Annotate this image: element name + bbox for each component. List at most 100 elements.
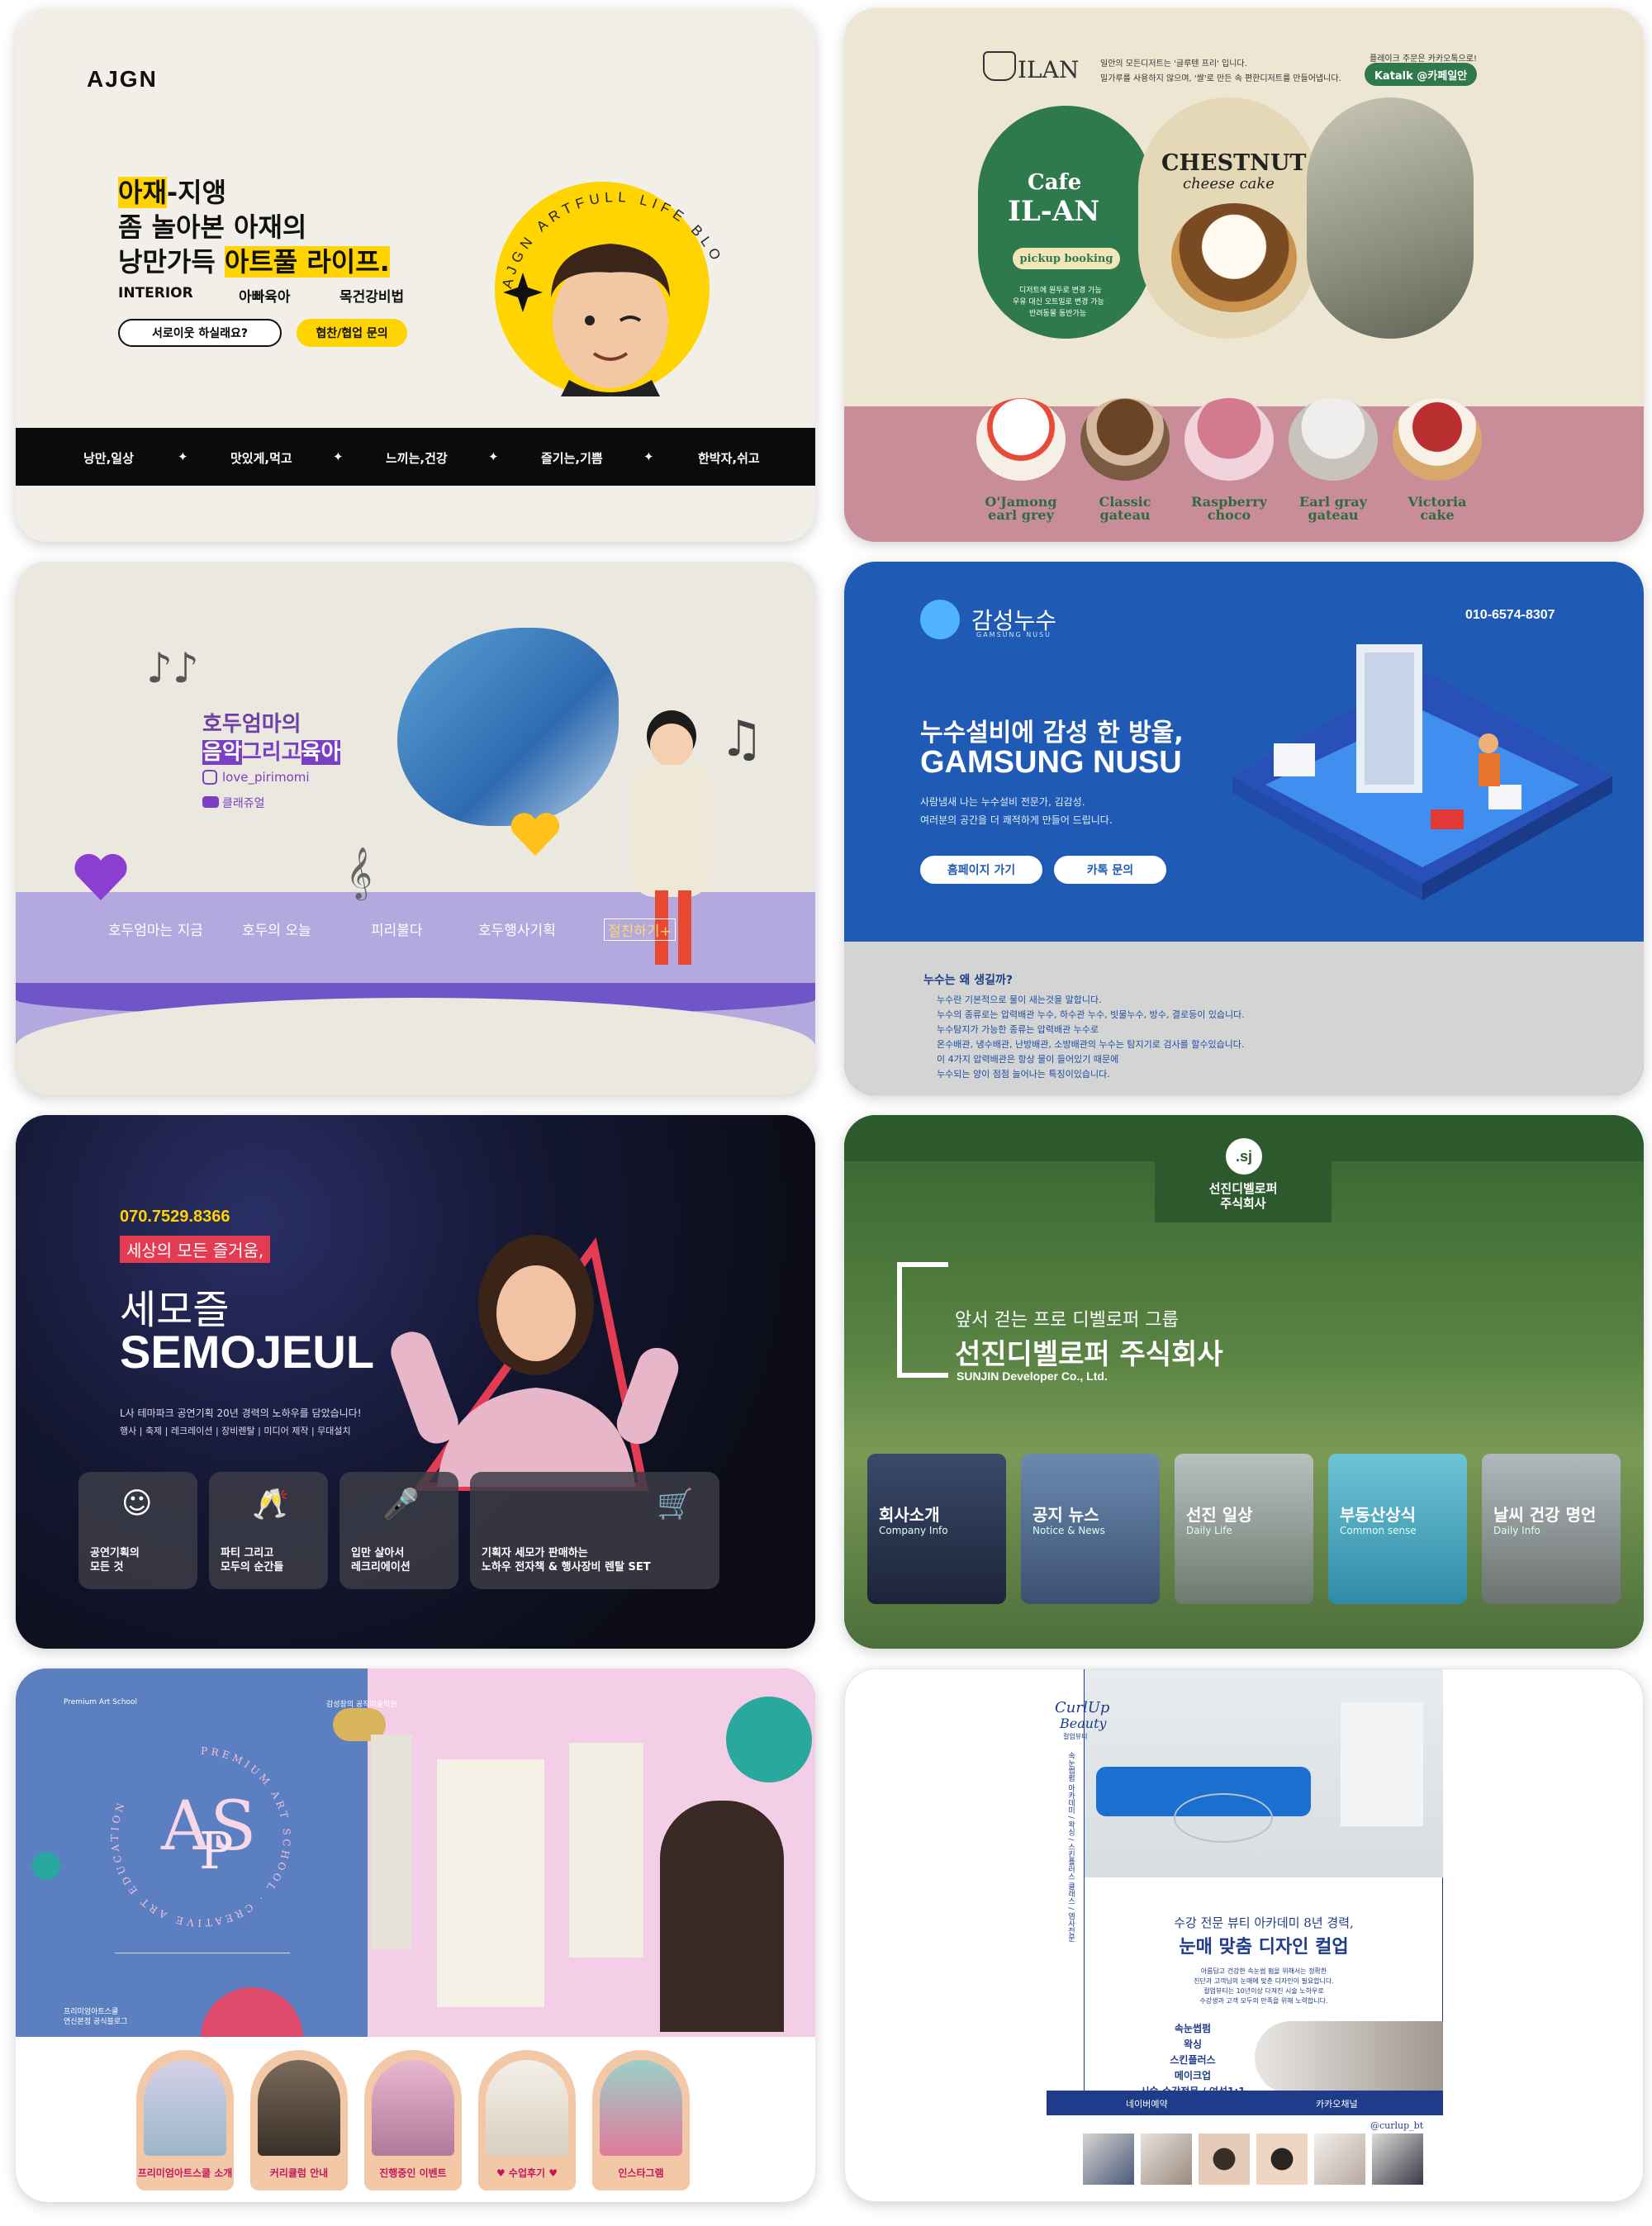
bottom-band — [16, 998, 815, 1095]
card-premium-art-school[interactable]: Premium Art School 감성창의 공작미술학원 PREMIUM A… — [16, 1668, 815, 2202]
kakao-button[interactable]: Katalk @카페일안 — [1365, 63, 1477, 86]
cake-photo[interactable] — [976, 398, 1066, 481]
bar-item-eat[interactable]: 맛있게,먹고 — [230, 449, 292, 467]
youtube-handle[interactable]: 클래쥬얼 — [222, 795, 265, 811]
title-english: SEMOJEUL — [120, 1326, 375, 1378]
star-icon: ✦ — [488, 449, 499, 464]
card-gamsung-nusu[interactable]: 감성누수 GAMSUNG NUSU 010-6574-8307 누수설비에 감성… — [844, 562, 1644, 1095]
tile-notice[interactable]: 공지 뉴스 Notice & News — [1021, 1454, 1160, 1604]
gallery-thumb[interactable] — [1141, 2133, 1192, 2185]
service-item[interactable]: 스킨플러스 — [1139, 2053, 1246, 2068]
youtube-icon — [202, 796, 219, 808]
art-wall-hanging — [569, 1743, 643, 1958]
card-sunjin-developer[interactable]: .sj 선진디벨로퍼 주식회사 앞서 걷는 프로 디벨로퍼 그룹 선진디벨로퍼 … — [844, 1115, 1644, 1649]
card-semojeul[interactable]: 070.7529.8366 세상의 모든 즐거움, 세모즐 SEMOJEUL L… — [16, 1115, 815, 1649]
card-hodu-mom[interactable]: ♪♪ ♫ 호두엄마의 음악그리고육아 love_pirimomi 클래쥬얼 𝄞 … — [16, 562, 815, 1095]
tile-subtitle: Company Info — [879, 1525, 948, 1536]
bar-item-rest[interactable]: 한박자,쉬고 — [698, 449, 760, 467]
service-item[interactable]: 메이크업 — [1139, 2068, 1246, 2084]
sponsor-button[interactable]: 협찬/협업 문의 — [297, 319, 407, 347]
sj-logo[interactable]: .sj — [1226, 1138, 1262, 1175]
ajgn-logo[interactable]: AJGN — [87, 66, 158, 93]
nav-hodu-today[interactable]: 호두의 오늘 — [242, 918, 311, 939]
nav-mom-now[interactable]: 호두엄마는 지금 — [108, 918, 203, 939]
portfolio-grid: AJGN 아재-지앵 좀 놀아본 아재의 낭만가득 아트풀 라이프. INTER… — [0, 0, 1652, 2226]
gallery-thumb[interactable] — [1314, 2133, 1365, 2185]
cake-photo[interactable] — [1393, 398, 1482, 481]
yellow-heart-icon — [510, 813, 560, 856]
tile-title: 부동산상식 — [1340, 1505, 1416, 1525]
star-icon: ✦ — [643, 449, 654, 464]
nav-parenting[interactable]: 아빠육아 — [239, 285, 291, 306]
tagline: 앞서 걷는 프로 디벨로퍼 그룹 — [955, 1310, 1179, 1331]
bar-item-daily[interactable]: 낭만,일상 — [83, 449, 134, 467]
kakao-inquiry-button[interactable]: 카톡 문의 — [1054, 856, 1166, 884]
teal-circle-shape — [726, 1697, 812, 1782]
neighbor-button[interactable]: 서로이웃 하실래요? — [118, 319, 282, 347]
kakao-channel-link[interactable]: 카카오채널 — [1316, 2097, 1358, 2110]
music-note-icon: ♫ — [719, 710, 764, 768]
cheers-icon: 🥂 — [252, 1488, 289, 1521]
pickup-button[interactable]: pickup booking — [1013, 248, 1120, 269]
tagline-line2: 눈매 맞춤 디자인 컬업 — [1179, 1936, 1349, 1958]
phone-number[interactable]: 070.7529.8366 — [120, 1208, 230, 1227]
instagram-handle[interactable]: love_pirimomi — [222, 770, 310, 785]
desc-line: 수강생과 고객 모두의 만족을 위해 노력합니다. — [1199, 1997, 1328, 2005]
tile-recreation[interactable]: 🎤 입만 살아서 레크리에이션 — [339, 1472, 458, 1589]
card-curlup-beauty[interactable]: CurlUp Beauty 컬업뷰티 속눈썹펌 아카데미 / 왁싱 / 스킨플러… — [844, 1668, 1644, 2202]
company-name-korean: 선진디벨로퍼 주식회사 — [955, 1338, 1223, 1371]
gallery-thumb[interactable] — [1372, 2133, 1423, 2185]
tile-title: 선진 일상 — [1186, 1505, 1253, 1525]
logo-korean: 컬업뷰티 — [1063, 1733, 1088, 1740]
cake-photo[interactable] — [1184, 398, 1274, 481]
arch-photo — [486, 2060, 568, 2156]
nav-add-friend[interactable]: 절친하기+ — [604, 918, 676, 941]
curlup-logo[interactable]: CurlUp — [1055, 1699, 1109, 1716]
nav-events[interactable]: 호두행사기획 — [478, 918, 556, 939]
ilan-logo[interactable]: ILAN — [1018, 56, 1079, 83]
card-cafe-ilan[interactable]: ILAN 일안의 모든디저트는 '글루텐 프리' 입니다. 밀가루를 사용하지 … — [844, 8, 1644, 542]
naver-booking-link[interactable]: 네이버예약 — [1126, 2097, 1168, 2110]
arch-curriculum[interactable]: 커리큘럼 안내 — [250, 2050, 348, 2190]
company-label: 선진디벨로퍼 주식회사 — [1208, 1181, 1278, 1211]
arch-photo — [258, 2060, 340, 2156]
cheese-subtitle: cheese cake — [1183, 175, 1275, 192]
nav-neck-health[interactable]: 목건강비법 — [339, 285, 404, 306]
arch-about[interactable]: 프리미엄아트스쿨 소개 — [136, 2050, 234, 2190]
bar-item-health[interactable]: 느끼는,건강 — [386, 449, 448, 467]
tile-realestate[interactable]: 부동산상식 Common sense — [1328, 1454, 1467, 1604]
arch-instagram[interactable]: 인스타그램 — [592, 2050, 690, 2190]
gallery-thumb[interactable] — [1083, 2133, 1134, 2185]
teal-dot-shape — [32, 1852, 60, 1880]
body-line: 누수란 기본적으로 물이 새는것을 말합니다. — [937, 994, 1102, 1005]
bar-item-joy[interactable]: 즐기는,기쁨 — [541, 449, 603, 467]
cake-photo[interactable] — [1289, 398, 1378, 481]
arch-review[interactable]: ♥ 수업후기 ♥ — [478, 2050, 576, 2190]
tile-performance[interactable]: ☺ 공연기획의 모든 것 — [78, 1472, 197, 1589]
tile-party[interactable]: 🥂 파티 그리고 모두의 순간들 — [209, 1472, 328, 1589]
arch-event[interactable]: 진행중인 이벤트 — [364, 2050, 462, 2190]
homepage-button[interactable]: 홈페이지 가기 — [920, 856, 1042, 884]
star-icon: ✦ — [333, 449, 344, 464]
intro-line2: 밀가루를 사용하지 않으며, '쌀'로 만든 속 편한디저트를 만들어냅니다. — [1100, 74, 1341, 83]
tile-daily[interactable]: 선진 일상 Daily Life — [1175, 1454, 1313, 1604]
nav-piri[interactable]: 피리불다 — [371, 918, 423, 939]
arch-photo — [144, 2060, 226, 2156]
child-face — [650, 724, 693, 767]
service-item[interactable]: 왁싱 — [1139, 2037, 1246, 2053]
tile-label: 기획자 세모가 판매하는 노하우 전자책 & 행사장비 렌탈 SET — [482, 1547, 651, 1573]
body-line: 누수의 종류로는 압력배관 누수, 하수관 누수, 빗물누수, 방수, 결로등이… — [937, 1009, 1245, 1020]
tile-weather[interactable]: 날씨 건강 명언 Daily Info — [1482, 1454, 1621, 1604]
note-3: 반려동물 동반가능 — [1029, 310, 1087, 318]
nav-interior[interactable]: INTERIOR — [118, 285, 193, 301]
tile-shop[interactable]: 🛒 기획자 세모가 판매하는 노하우 전자책 & 행사장비 렌탈 SET — [470, 1472, 719, 1589]
gallery-thumb[interactable] — [1199, 2133, 1250, 2185]
body-line: 온수배관, 냉수배관, 난방배관, 소방배관의 누수는 탐지기로 검사를 할수있… — [937, 1039, 1245, 1050]
gallery-thumb[interactable] — [1256, 2133, 1308, 2185]
tile-company-info[interactable]: 회사소개 Company Info — [867, 1454, 1006, 1604]
service-item[interactable]: 속눈썹펌 — [1139, 2021, 1246, 2037]
instagram-handle[interactable]: @curlup_bt — [1370, 2120, 1423, 2131]
cake-photo[interactable] — [1080, 398, 1170, 481]
sub-line1: 사람냄새 나는 누수설비 전문가, 김감성. — [920, 796, 1085, 808]
card-ajgn-blog[interactable]: AJGN 아재-지앵 좀 놀아본 아재의 낭만가득 아트풀 라이프. INTER… — [16, 8, 815, 542]
